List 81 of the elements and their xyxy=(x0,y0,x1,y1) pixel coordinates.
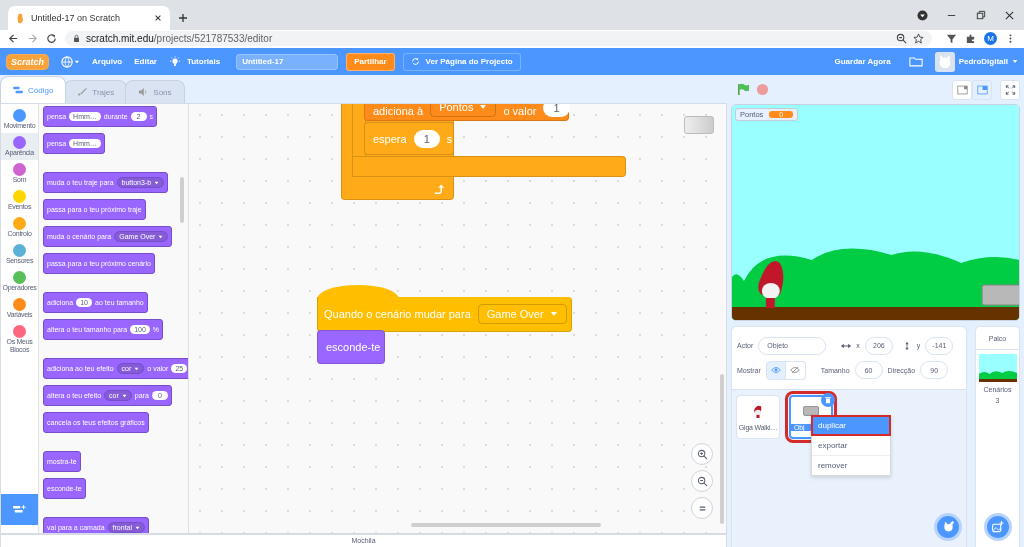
block-input[interactable]: 1 xyxy=(413,129,440,148)
favicon-icon xyxy=(16,12,25,24)
menu-item[interactable]: exportar xyxy=(812,435,890,455)
new-tab-icon[interactable] xyxy=(178,13,188,23)
normal-stage-icon xyxy=(976,84,988,95)
close-icon[interactable] xyxy=(154,14,162,22)
caret-icon xyxy=(154,180,160,185)
normal-stage-button[interactable] xyxy=(972,79,992,100)
profile-avatar[interactable]: M xyxy=(984,32,997,45)
funnel-icon[interactable] xyxy=(946,33,957,44)
small-stage-icon xyxy=(956,84,968,95)
caret-icon[interactable] xyxy=(1012,59,1018,64)
small-stage-button[interactable] xyxy=(952,79,972,100)
zoom-in-icon xyxy=(696,448,708,460)
block-text: espera xyxy=(373,132,407,145)
star-icon[interactable] xyxy=(913,33,924,44)
horizontal-arrow-icon xyxy=(841,341,852,350)
caret-icon xyxy=(134,366,140,371)
back-icon[interactable] xyxy=(8,33,19,44)
speaker-icon xyxy=(138,88,149,96)
caret-icon xyxy=(549,311,558,317)
cat-plus-icon xyxy=(941,520,955,534)
caret-icon xyxy=(121,393,127,398)
show-button[interactable] xyxy=(765,360,786,380)
block-text: o valor xyxy=(503,105,537,117)
code-block[interactable]: esconde-te xyxy=(317,330,385,364)
caret-icon xyxy=(135,525,141,530)
fullscreen-button[interactable] xyxy=(1000,79,1020,100)
avatar-icon[interactable] xyxy=(934,51,955,72)
puzzle-icon[interactable] xyxy=(965,33,976,44)
trash-icon xyxy=(824,396,832,404)
zoom-out-icon xyxy=(696,475,708,487)
lightbulb-icon xyxy=(168,55,181,68)
loop-block[interactable]: adiciona à Pontos o valor 1 espera 1 s xyxy=(341,104,627,206)
eye-icon xyxy=(770,366,781,374)
zoom-out-button[interactable] xyxy=(691,470,713,492)
forward-icon[interactable] xyxy=(27,33,38,44)
dropdown-icon[interactable] xyxy=(917,10,928,21)
browser-tab[interactable]: Untitled-17 on Scratch xyxy=(8,6,170,30)
reset-zoom-button[interactable] xyxy=(691,497,713,519)
block-input[interactable]: 1 xyxy=(543,104,570,117)
folder-icon[interactable] xyxy=(908,56,923,67)
sprite-thumbnail xyxy=(684,116,714,134)
scrollbar[interactable] xyxy=(411,523,601,527)
url-text: scratch.mit.edu/projects/521787533/editor xyxy=(86,33,273,44)
brush-icon xyxy=(77,88,88,96)
hide-button[interactable] xyxy=(785,360,806,380)
zoom-icon[interactable] xyxy=(896,33,907,44)
add-backdrop-button[interactable] xyxy=(983,513,1012,541)
caret-icon xyxy=(158,234,164,239)
globe-icon[interactable] xyxy=(61,55,81,68)
code-block[interactable]: adiciona à Pontos o valor 1 xyxy=(364,104,569,121)
flag-icon[interactable] xyxy=(737,83,750,96)
backdrop-thumbnail[interactable] xyxy=(978,354,1017,382)
block-sprite-icon xyxy=(803,403,819,418)
block-text: adiciona à xyxy=(373,105,424,117)
block-text: esconde-te xyxy=(326,341,381,353)
code-block[interactable]: espera 1 s xyxy=(364,122,454,155)
extension-icon xyxy=(13,504,26,515)
lock-icon xyxy=(73,34,80,43)
block-text: Quando o cenário mudar para xyxy=(324,308,471,320)
close-icon[interactable] xyxy=(1004,10,1015,21)
refresh-icon xyxy=(410,57,420,66)
image-plus-icon xyxy=(991,520,1004,534)
scrollbar[interactable] xyxy=(180,177,184,223)
loop-arrow-icon xyxy=(433,184,444,195)
menu-item[interactable]: remover xyxy=(812,455,890,475)
delete-button[interactable] xyxy=(821,393,835,407)
code-icon xyxy=(13,86,23,94)
address-bar[interactable]: scratch.mit.edu/projects/521787533/editor xyxy=(65,31,932,46)
add-sprite-button[interactable] xyxy=(934,513,962,541)
stop-icon[interactable] xyxy=(756,83,769,96)
tab-title: Untitled-17 on Scratch xyxy=(31,13,122,23)
zoom-in-button[interactable] xyxy=(691,443,713,465)
add-extension-button[interactable] xyxy=(1,494,38,525)
fullscreen-icon xyxy=(1004,84,1016,95)
block-text: s xyxy=(446,132,453,145)
reload-icon[interactable] xyxy=(46,33,57,44)
hidden-eye-icon xyxy=(790,366,801,374)
restore-icon[interactable] xyxy=(975,10,986,21)
scrollbar[interactable] xyxy=(720,374,724,524)
